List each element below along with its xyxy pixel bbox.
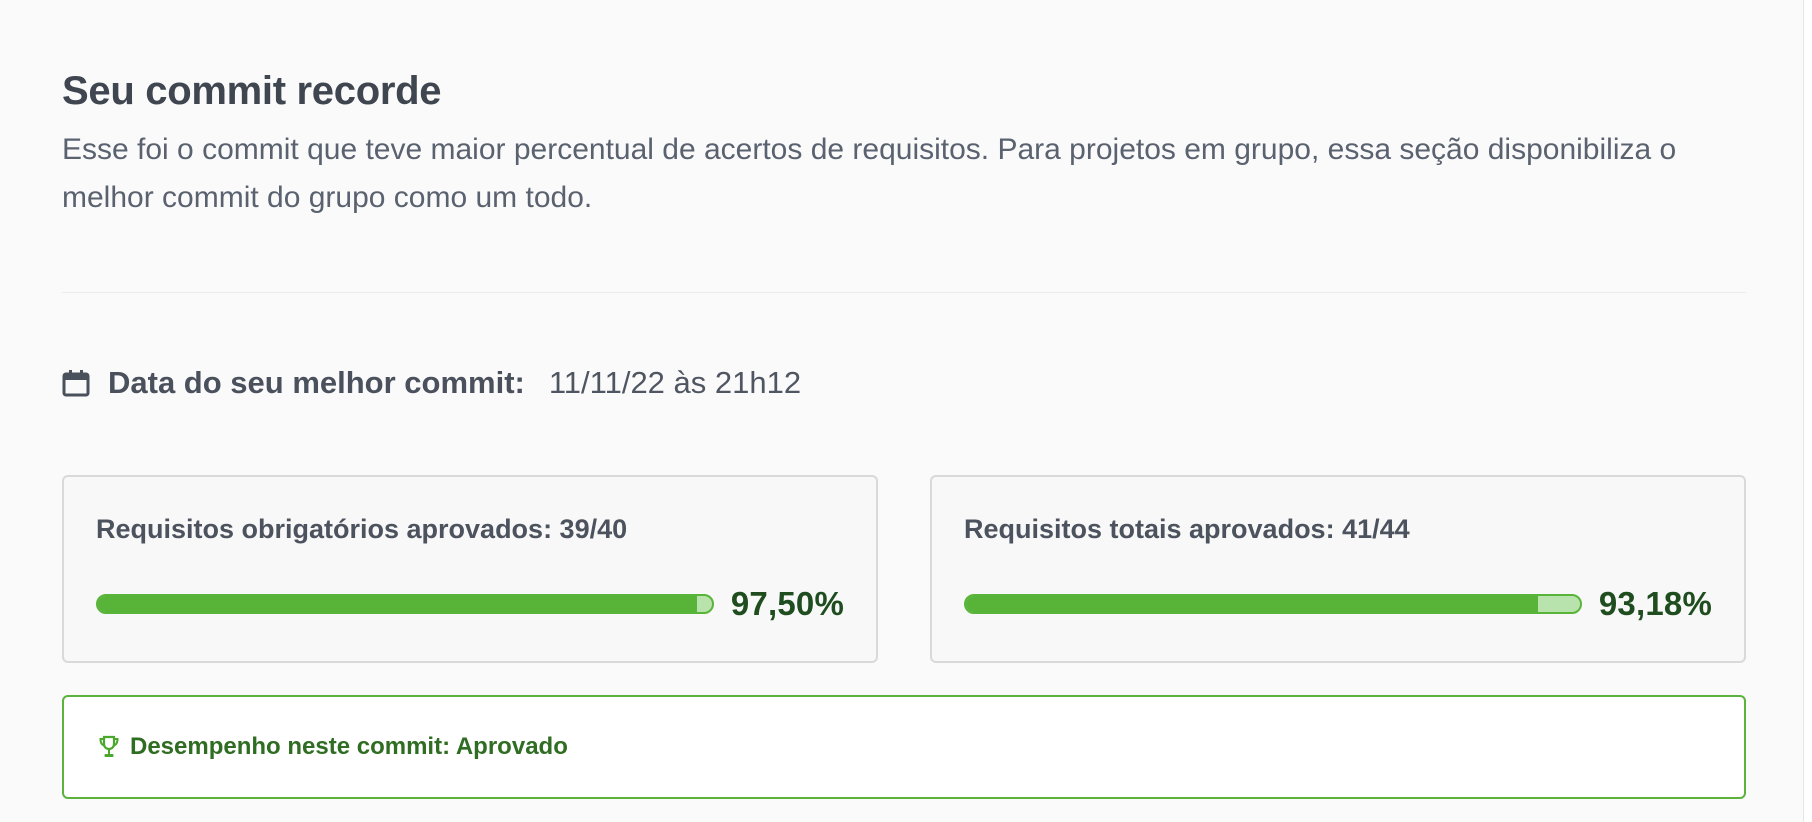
commit-status-banner: Desempenho neste commit: Aprovado: [62, 695, 1746, 799]
calendar-icon: [62, 369, 90, 397]
total-percent: 93,18%: [1598, 585, 1712, 622]
trophy-icon: [98, 735, 120, 759]
total-progress-row: 93,18%: [964, 585, 1712, 623]
mandatory-progress-bar: [96, 594, 714, 614]
best-commit-section: Seu commit recorde Esse foi o commit que…: [62, 68, 1746, 799]
total-requirements-card: Requisitos totais aprovados: 41/44 93,18…: [930, 475, 1746, 663]
divider: [62, 292, 1746, 293]
mandatory-progress-row: 97,50%: [96, 585, 844, 623]
mandatory-progress-fill: [98, 596, 697, 612]
mandatory-percent: 97,50%: [730, 585, 844, 622]
total-progress-bar: [964, 594, 1582, 614]
scrollbar-track[interactable]: [1803, 0, 1812, 822]
mandatory-requirements-label: Requisitos obrigatórios aprovados: 39/40: [96, 514, 628, 544]
total-requirements-label: Requisitos totais aprovados: 41/44: [964, 514, 1410, 544]
total-progress-fill: [966, 596, 1539, 612]
best-commit-date-row: Data do seu melhor commit: 11/11/22 às 2…: [62, 363, 1746, 403]
best-commit-date-value: 11/11/22 às 21h12: [548, 365, 802, 400]
mandatory-requirements-card: Requisitos obrigatórios aprovados: 39/40…: [62, 475, 878, 663]
commit-status-text: Desempenho neste commit: Aprovado: [130, 733, 568, 760]
best-commit-date-label: Data do seu melhor commit:: [108, 365, 525, 400]
requirements-cards: Requisitos obrigatórios aprovados: 39/40…: [62, 475, 1746, 663]
section-description: Esse foi o commit que teve maior percent…: [62, 133, 1677, 214]
page: Seu commit recorde Esse foi o commit que…: [0, 0, 1812, 822]
section-title: Seu commit recorde: [62, 69, 442, 113]
